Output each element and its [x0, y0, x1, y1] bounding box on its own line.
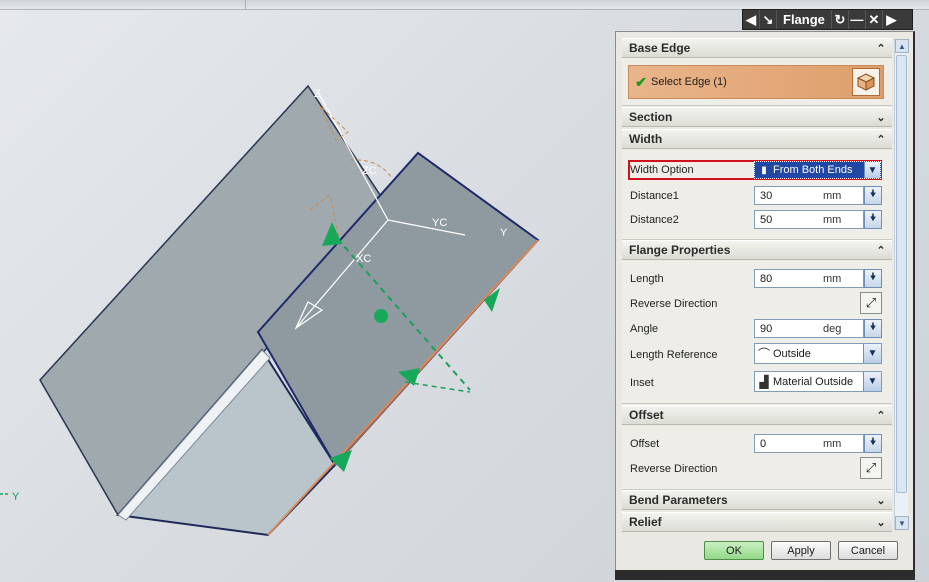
section-title: Base Edge	[629, 41, 691, 55]
chevron-up-icon[interactable]: ⌃	[874, 408, 888, 422]
select-edge-row[interactable]: ✔ Select Edge (1)	[628, 65, 884, 99]
length-reference-label: Length Reference	[630, 349, 718, 361]
length-reference-value: Outside	[773, 347, 811, 360]
axis-label-y: Y	[500, 227, 508, 239]
distance2-label: Distance2	[630, 214, 679, 226]
dropdown-arrow-icon[interactable]: ▼	[863, 344, 881, 363]
dialog-title: Flange	[777, 10, 832, 29]
inset-label: Inset	[630, 377, 654, 389]
angle-menu-icon[interactable]: 🠟	[864, 319, 882, 338]
inset-select[interactable]: ▟ Material Outside ▼	[754, 371, 882, 392]
section-base-edge[interactable]: Base Edge ⌃	[622, 38, 892, 58]
section-flange-properties[interactable]: Flange Properties ⌃	[622, 240, 892, 260]
section-title: Section	[629, 110, 673, 124]
section-width[interactable]: Width ⌃	[622, 129, 892, 149]
section-section[interactable]: Section ⌄	[622, 107, 892, 127]
inset-value: Material Outside	[773, 375, 854, 388]
reset-icon[interactable]: ↻	[832, 10, 849, 29]
scroll-up-icon[interactable]: ▲	[895, 39, 909, 53]
apply-button[interactable]: Apply	[771, 541, 831, 560]
length-value[interactable]: 80	[755, 273, 823, 285]
length-reference-select[interactable]: ⌒ Outside ▼	[754, 343, 882, 364]
distance1-label: Distance1	[630, 190, 679, 202]
length-field[interactable]: 80 mm	[754, 269, 864, 288]
section-relief[interactable]: Relief ⌄	[622, 512, 892, 532]
both-ends-icon: ▮	[761, 164, 767, 176]
offset-reverse-direction-icon[interactable]: ⤢	[860, 457, 882, 479]
select-edge-label: Select Edge (1)	[651, 76, 727, 88]
select-arrow-icon[interactable]: ↘	[760, 10, 777, 29]
dialog-titlebar[interactable]: ◀ ↘ Flange ↻ — ✕ ▶	[742, 9, 913, 30]
reverse-direction-icon[interactable]: ⤢	[860, 292, 882, 314]
section-title: Bend Parameters	[629, 493, 728, 507]
section-title: Flange Properties	[629, 243, 731, 257]
section-title: Relief	[629, 515, 662, 529]
outside-reference-icon: ⌒	[757, 347, 770, 361]
distance2-menu-icon[interactable]: 🠟	[864, 210, 882, 229]
distance1-field[interactable]: 30 mm	[754, 186, 864, 205]
distance2-value[interactable]: 50	[755, 214, 823, 226]
chevron-down-icon[interactable]: ⌄	[874, 493, 888, 507]
chevron-down-icon[interactable]: ⌄	[874, 515, 888, 529]
ok-button[interactable]: OK	[704, 541, 764, 560]
axis-label-xc: XC	[356, 253, 371, 265]
origin-handle[interactable]	[374, 309, 388, 323]
axis-label-zc: ZC	[362, 165, 377, 177]
width-option-select[interactable]: ▮ From Both Ends ▼	[754, 161, 881, 179]
section-title: Offset	[629, 408, 664, 422]
minimize-icon[interactable]: —	[849, 10, 866, 29]
chevron-up-icon[interactable]: ⌃	[874, 132, 888, 146]
dropdown-arrow-icon[interactable]: ▼	[863, 372, 881, 391]
offset-label: Offset	[630, 438, 660, 450]
graphics-viewport[interactable]: Z ZC YC Y XC Y	[0, 10, 615, 582]
chevron-down-icon[interactable]: ⌄	[874, 110, 888, 124]
distance2-field[interactable]: 50 mm	[754, 210, 864, 229]
length-unit: mm	[823, 272, 842, 285]
chevron-up-icon[interactable]: ⌃	[874, 243, 888, 257]
distance1-value[interactable]: 30	[755, 190, 823, 202]
scroll-thumb[interactable]	[896, 55, 907, 493]
distance1-unit: mm	[823, 189, 842, 202]
length-label: Length	[630, 273, 664, 285]
dialog-bottom-border	[615, 570, 915, 580]
section-bend-parameters[interactable]: Bend Parameters ⌄	[622, 490, 892, 510]
scroll-down-icon[interactable]: ▼	[895, 516, 909, 530]
distance2-unit: mm	[823, 213, 842, 226]
axis-label-yc: YC	[432, 217, 447, 229]
distance1-menu-icon[interactable]: 🠟	[864, 186, 882, 205]
offset-reverse-direction-label: Reverse Direction	[630, 463, 718, 475]
reverse-direction-label: Reverse Direction	[630, 298, 718, 310]
cancel-button[interactable]: Cancel	[838, 541, 898, 560]
angle-unit: deg	[823, 322, 842, 335]
close-icon[interactable]: ✕	[866, 10, 883, 29]
cube-icon[interactable]	[852, 68, 880, 96]
toolbar-divider	[245, 0, 246, 10]
material-outside-icon: ▟	[759, 374, 769, 389]
dropdown-arrow-icon[interactable]: ▼	[864, 162, 880, 178]
section-title: Width	[629, 132, 663, 146]
section-offset[interactable]: Offset ⌃	[622, 405, 892, 425]
angle-field[interactable]: 90 deg	[754, 319, 864, 338]
offset-value[interactable]: 0	[755, 438, 823, 450]
angle-value[interactable]: 90	[755, 323, 823, 335]
offset-field[interactable]: 0 mm	[754, 434, 864, 453]
width-option-value: From Both Ends	[773, 164, 853, 176]
length-menu-icon[interactable]: 🠟	[864, 269, 882, 288]
checkmark-icon: ✔	[635, 73, 647, 90]
dialog-scrollbar[interactable]: ▲ ▼	[894, 39, 909, 530]
forward-icon[interactable]: ▶	[883, 10, 900, 29]
view-triad-label-y: Y	[12, 491, 20, 503]
back-icon[interactable]: ◀	[743, 10, 760, 29]
axis-label-z: Z	[314, 88, 321, 100]
offset-menu-icon[interactable]: 🠟	[864, 434, 882, 453]
offset-unit: mm	[823, 437, 842, 450]
width-option-label: Width Option	[630, 164, 694, 176]
angle-label: Angle	[630, 323, 659, 335]
chevron-up-icon[interactable]: ⌃	[874, 41, 888, 55]
